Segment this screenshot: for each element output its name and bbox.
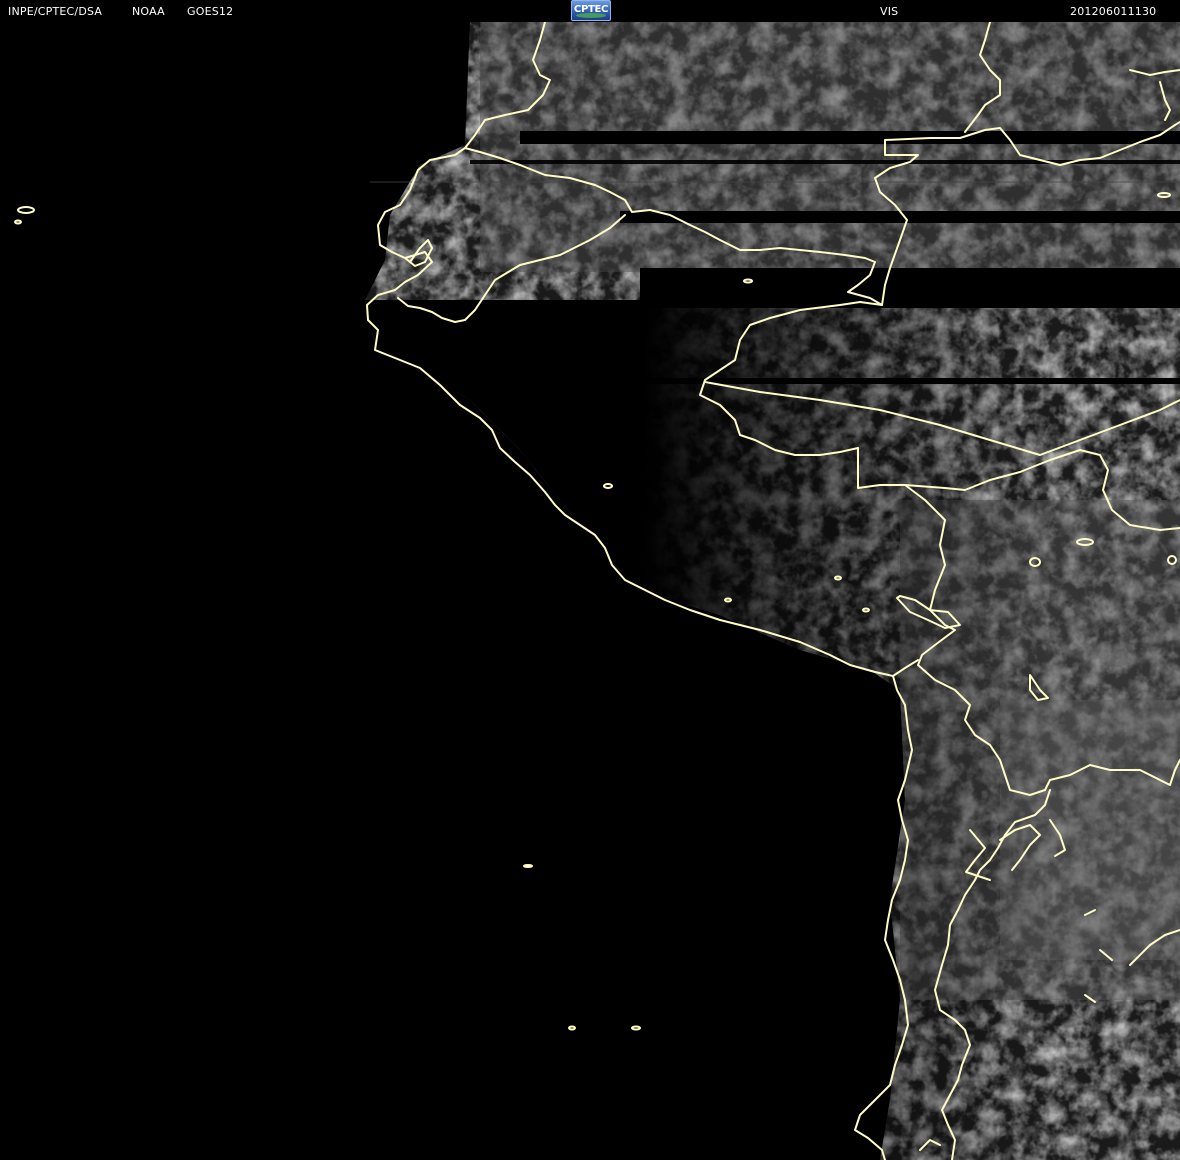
satellite-image-viewer: INPE/CPTEC/DSA NOAA GOES12 CPTEC VIS 201… bbox=[0, 0, 1180, 1160]
header-bar: INPE/CPTEC/DSA NOAA GOES12 CPTEC VIS 201… bbox=[0, 0, 1180, 22]
satellite-label: GOES12 bbox=[187, 5, 234, 18]
cptec-logo: CPTEC bbox=[571, 0, 611, 21]
logo-text: CPTEC bbox=[573, 4, 609, 15]
timestamp-label: 201206011130 bbox=[1070, 5, 1157, 18]
satellite-map bbox=[0, 0, 1180, 1160]
agency-label: NOAA bbox=[132, 5, 165, 18]
source-label: INPE/CPTEC/DSA bbox=[8, 5, 103, 18]
channel-label: VIS bbox=[880, 5, 899, 18]
